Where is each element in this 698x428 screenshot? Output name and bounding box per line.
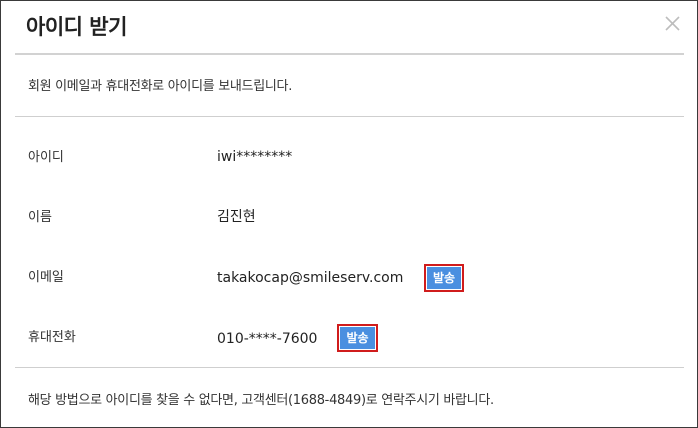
content-divider [15,116,684,117]
phone-label: 휴대전화 [28,330,76,345]
name-value: 김진현 [217,209,256,225]
name-label: 이름 [28,210,52,225]
email-label: 이메일 [28,270,64,285]
footer-divider [15,367,684,368]
intro-text: 회원 이메일과 휴대전화로 아이디를 보내드립니다. [28,79,293,94]
dialog-title: 아이디 받기 [26,15,127,39]
header-divider [15,53,684,55]
id-label: 아이디 [28,150,64,165]
phone-send-label: 발송 [340,327,375,349]
phone-send-button[interactable]: 발송 [337,324,378,352]
find-id-dialog: 아이디 받기 회원 이메일과 휴대전화로 아이디를 보내드립니다. 아이디 iw… [0,0,698,428]
footer-notice: 해당 방법으로 아이디를 찾을 수 없다면, 고객센터(1688-4849)로 … [28,393,494,408]
close-icon [665,16,680,31]
email-value: takakocap@smileserv.com [217,270,404,286]
phone-value: 010-****-7600 [217,331,318,347]
close-button[interactable] [660,12,684,36]
email-send-label: 발송 [427,267,461,289]
email-send-button[interactable]: 발송 [424,264,464,292]
id-value: iwi******** [217,149,293,165]
